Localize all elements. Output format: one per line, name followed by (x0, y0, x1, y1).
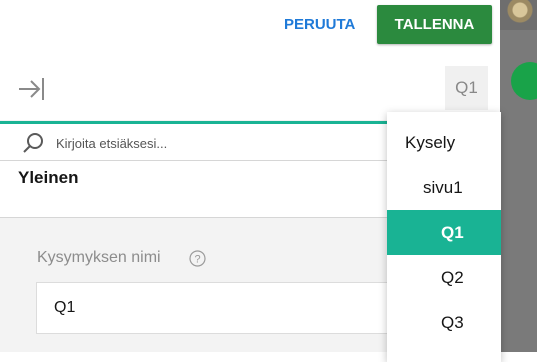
svg-text:?: ? (194, 254, 200, 266)
search-input[interactable] (54, 130, 358, 156)
question-selector-chip[interactable]: Q1 (445, 66, 488, 110)
dropdown-item-page[interactable]: sivu1 (387, 165, 501, 210)
dropdown-item-survey[interactable]: Kysely (387, 120, 501, 165)
dropdown-item-q3[interactable]: Q3 (387, 300, 501, 345)
background-page-strip (500, 0, 537, 352)
panel-top-bar: PERUUTA TALLENNA Q1 (0, 0, 500, 120)
save-button[interactable]: TALLENNA (377, 5, 492, 44)
question-name-label: Kysymyksen nimi (37, 249, 161, 266)
question-selector-dropdown: Kysely sivu1 Q1 Q2 Q3 (387, 112, 501, 362)
dropdown-item-q1[interactable]: Q1 (387, 210, 501, 255)
question-name-input[interactable] (36, 282, 396, 334)
dropdown-item-q2[interactable]: Q2 (387, 255, 501, 300)
background-avatar (500, 0, 537, 30)
search-icon (22, 132, 44, 154)
section-title: Yleinen (18, 168, 79, 187)
collapse-panel-icon[interactable] (18, 76, 46, 102)
cancel-button[interactable]: PERUUTA (278, 8, 361, 42)
help-icon[interactable]: ? (189, 250, 206, 267)
